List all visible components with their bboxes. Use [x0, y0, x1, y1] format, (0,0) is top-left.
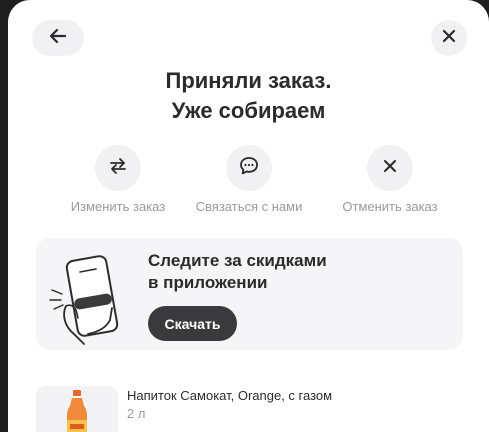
promo-line-1: Следите за скидками — [148, 251, 327, 270]
close-icon — [441, 28, 457, 49]
change-order-button[interactable]: Изменить заказ — [48, 145, 188, 214]
list-item[interactable]: Напиток Самокат, Orange, с газом 2 л — [36, 386, 476, 432]
title-line-1: Приняли заказ. — [165, 68, 332, 93]
cancel-order-button[interactable]: Отменить заказ — [320, 145, 460, 214]
contact-us-label: Связаться с нами — [195, 199, 303, 214]
cancel-order-icon-wrap — [367, 145, 413, 191]
soda-bottle-image — [36, 386, 118, 432]
order-actions: Изменить заказ Связаться с нами Отменить… — [8, 145, 489, 220]
order-status-sheet: Приняли заказ. Уже собираем Изменить зак… — [8, 0, 489, 432]
promo-line-2: в приложении — [148, 273, 268, 292]
contact-us-button[interactable]: Связаться с нами — [179, 145, 319, 214]
back-button[interactable] — [32, 20, 84, 56]
contact-us-icon-wrap — [226, 145, 272, 191]
arrow-left-icon — [48, 26, 68, 51]
close-icon — [382, 158, 398, 179]
title-line-2: Уже собираем — [171, 98, 326, 123]
change-order-label: Изменить заказ — [70, 199, 166, 214]
app-promo-banner: Следите за скидками в приложении Скачать — [36, 238, 463, 350]
close-button[interactable] — [431, 20, 467, 56]
swap-arrows-icon — [108, 156, 128, 181]
hand-holding-phone-illustration — [44, 248, 134, 348]
chat-bubble-icon — [238, 155, 260, 182]
page-title: Приняли заказ. Уже собираем — [8, 66, 489, 126]
download-app-button[interactable]: Скачать — [148, 306, 237, 341]
cancel-order-label: Отменить заказ — [342, 199, 438, 214]
promo-text: Следите за скидками в приложении — [148, 250, 327, 294]
product-name: Напиток Самокат, Orange, с газом — [127, 388, 333, 403]
change-order-icon-wrap — [95, 145, 141, 191]
product-volume: 2 л — [127, 406, 146, 421]
